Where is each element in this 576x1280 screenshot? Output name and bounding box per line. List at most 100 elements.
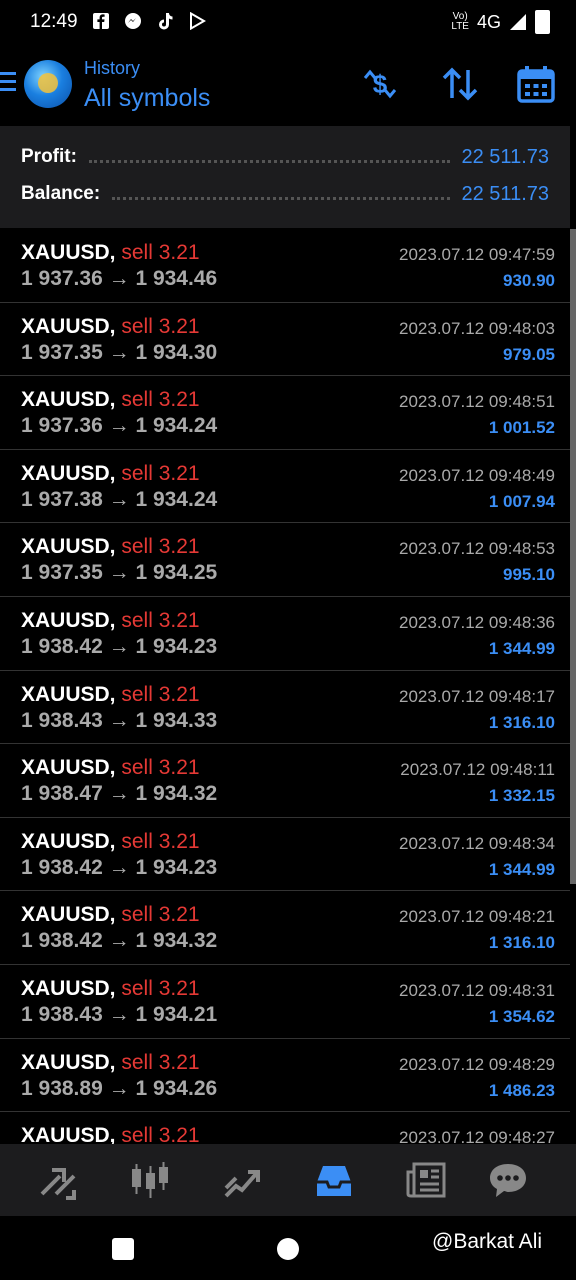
trade-profit: 1 332.15 <box>488 786 555 806</box>
trade-row[interactable]: XAUUSD, sell 3.21 2023.07.12 09:48:27 <box>0 1112 570 1144</box>
trade-row[interactable]: XAUUSD, sell 3.21 1 937.38 → 1 934.24 2023… <box>0 450 570 524</box>
trade-row[interactable]: XAUUSD, sell 3.21 1 938.42 → 1 934.23 2023… <box>0 597 570 671</box>
trade-profit: 1 316.10 <box>488 933 555 953</box>
status-bar: 12:49 Vo) LTE 4G <box>0 0 576 44</box>
trade-profit: 1 344.99 <box>488 859 555 879</box>
trade-row[interactable]: XAUUSD, sell 3.21 1 937.36 → 1 934.24 2023… <box>0 376 570 450</box>
close-price: 1 934.24 <box>135 414 218 438</box>
trade-row[interactable]: XAUUSD, sell 3.21 1 937.35 → 1 934.25 2023… <box>0 523 570 597</box>
open-price: 1 937.36 <box>21 267 103 290</box>
trade-prices: 1 937.36 → 1 934.24 <box>21 414 217 438</box>
page-title[interactable]: All symbols <box>84 84 210 113</box>
facebook-app-icon <box>93 13 109 29</box>
home-button[interactable] <box>277 1238 299 1260</box>
trade-prices: 1 937.36 → 1 934.46 <box>21 267 217 291</box>
trade-symbol: XAUUSD, <box>21 976 116 1000</box>
trade-time: 2023.07.12 09:48:49 <box>399 465 555 485</box>
trade-time: 2023.07.12 09:48:34 <box>399 833 555 853</box>
scrollbar[interactable] <box>570 229 576 884</box>
messages-icon[interactable] <box>488 1160 528 1200</box>
quotes-icon[interactable] <box>38 1160 78 1200</box>
trade-history-list[interactable]: XAUUSD, sell 3.21 1 937.36 → 1 934.46 2023… <box>0 229 570 1144</box>
trade-time: 2023.07.12 09:48:11 <box>400 760 555 780</box>
svg-text:$: $ <box>373 69 388 99</box>
close-price: 1 934.46 <box>135 267 218 290</box>
trade-symbol-line: XAUUSD, sell 3.21 <box>21 535 200 559</box>
balance-row: Balance: 22 511.73 <box>21 179 549 209</box>
summary-panel: Profit: 22 511.73 Balance: 22 511.73 <box>0 126 570 228</box>
arrow-icon: → <box>108 414 130 438</box>
trade-side: sell 3.21 <box>121 1050 200 1074</box>
profit-row: Profit: 22 511.73 <box>21 142 549 172</box>
close-price: 1 934.25 <box>135 561 218 585</box>
arrow-icon: → <box>108 340 130 364</box>
trade-profit: 1 486.23 <box>488 1080 555 1100</box>
trade-side: sell 3.21 <box>121 608 200 632</box>
arrow-icon: → <box>108 1002 130 1026</box>
trade-row[interactable]: XAUUSD, sell 3.21 1 938.43 → 1 934.33 2023… <box>0 671 570 745</box>
trade-row[interactable]: XAUUSD, sell 3.21 1 938.89 → 1 934.26 2023… <box>0 1039 570 1113</box>
currency-exchange-icon[interactable]: $ <box>360 64 400 104</box>
trade-row[interactable]: XAUUSD, sell 3.21 1 938.42 → 1 934.32 2023… <box>0 891 570 965</box>
arrow-icon: → <box>108 634 130 658</box>
arrow-icon: → <box>108 561 130 585</box>
sort-icon[interactable] <box>440 64 480 104</box>
trade-row[interactable]: XAUUSD, sell 3.21 1 937.35 → 1 934.30 2023… <box>0 303 570 377</box>
trade-prices: 1 938.43 → 1 934.21 <box>21 1003 217 1027</box>
trade-symbol-line: XAUUSD, sell 3.21 <box>21 462 200 486</box>
trade-side: sell 3.21 <box>121 976 200 1000</box>
close-price: 1 934.23 <box>135 855 218 879</box>
trade-prices: 1 938.42 → 1 934.23 <box>21 635 217 659</box>
trade-icon[interactable] <box>222 1160 262 1200</box>
open-price: 1 938.47 <box>21 782 103 806</box>
chart-icon[interactable] <box>130 1160 170 1200</box>
arrow-icon: → <box>108 855 130 879</box>
trade-profit: 995.10 <box>503 565 555 585</box>
trade-symbol: XAUUSD, <box>21 756 116 780</box>
dotted-leader <box>88 159 450 163</box>
metatrader-logo-icon <box>24 60 72 108</box>
trade-symbol-line: XAUUSD, sell 3.21 <box>21 388 200 412</box>
trade-side: sell 3.21 <box>121 535 200 559</box>
trade-symbol: XAUUSD, <box>21 1124 116 1144</box>
trade-side: sell 3.21 <box>121 756 200 780</box>
open-price: 1 938.43 <box>21 708 103 732</box>
news-icon[interactable] <box>406 1160 446 1200</box>
close-price: 1 934.21 <box>135 1002 218 1026</box>
trade-symbol: XAUUSD, <box>21 241 116 264</box>
trade-symbol-line: XAUUSD, sell 3.21 <box>21 903 200 927</box>
trade-row[interactable]: XAUUSD, sell 3.21 1 938.47 → 1 934.32 2023… <box>0 744 570 818</box>
trade-row[interactable]: XAUUSD, sell 3.21 1 938.42 → 1 934.23 2023… <box>0 818 570 892</box>
close-price: 1 934.30 <box>135 340 218 364</box>
trade-row[interactable]: XAUUSD, sell 3.21 1 937.36 → 1 934.46 2023… <box>0 229 570 303</box>
trade-time: 2023.07.12 09:48:03 <box>399 318 555 338</box>
menu-icon[interactable] <box>0 72 16 92</box>
arrow-icon: → <box>108 708 130 732</box>
trade-time: 2023.07.12 09:48:27 <box>399 1128 555 1144</box>
trade-profit: 979.05 <box>503 344 555 364</box>
status-app-icons <box>92 12 206 30</box>
tiktok-app-icon <box>159 13 173 30</box>
arrow-icon: → <box>108 1076 130 1100</box>
trade-time: 2023.07.12 09:48:53 <box>399 539 555 559</box>
watermark: @Barkat Ali <box>432 1230 543 1253</box>
recents-button[interactable] <box>112 1238 134 1260</box>
trade-time: 2023.07.12 09:48:51 <box>399 392 555 412</box>
history-icon[interactable] <box>314 1160 354 1200</box>
trade-row[interactable]: XAUUSD, sell 3.21 1 938.43 → 1 934.21 2023… <box>0 965 570 1039</box>
open-price: 1 938.89 <box>21 1076 103 1100</box>
calendar-icon[interactable] <box>516 64 556 104</box>
trade-prices: 1 937.38 → 1 934.24 <box>21 488 217 512</box>
trade-side: sell 3.21 <box>121 314 200 338</box>
trade-symbol: XAUUSD, <box>21 535 116 559</box>
trade-time: 2023.07.12 09:48:36 <box>399 612 555 632</box>
balance-label: Balance: <box>21 183 101 204</box>
trade-side: sell 3.21 <box>121 903 200 927</box>
trade-time: 2023.07.12 09:48:31 <box>399 980 555 1000</box>
battery-icon <box>535 10 550 34</box>
trade-profit: 1 316.10 <box>488 712 555 732</box>
trade-side: sell 3.21 <box>121 461 200 485</box>
trade-symbol: XAUUSD, <box>21 903 116 927</box>
trade-side: sell 3.21 <box>121 241 200 264</box>
trade-time: 2023.07.12 09:48:29 <box>399 1054 555 1074</box>
